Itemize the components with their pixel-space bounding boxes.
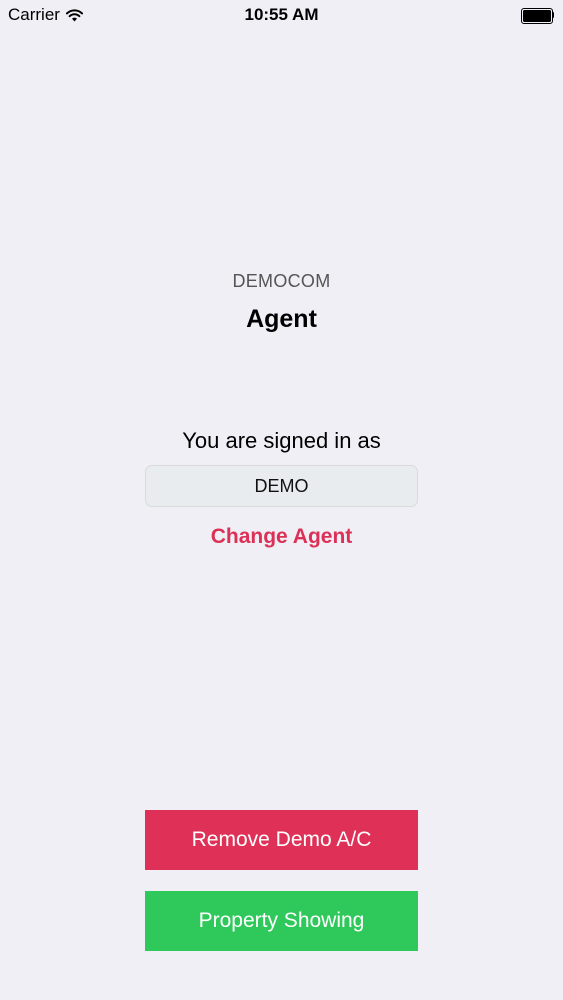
signed-in-label: You are signed in as xyxy=(182,428,381,453)
battery-tip xyxy=(552,12,554,18)
remove-demo-button[interactable]: Remove Demo A/C xyxy=(145,810,418,870)
status-bar: Carrier 10:55 AM xyxy=(0,0,563,30)
page-title: Agent xyxy=(246,305,317,333)
company-name: DEMOCOM xyxy=(232,271,331,291)
battery-body xyxy=(521,8,553,24)
change-agent-button[interactable]: Change Agent xyxy=(0,525,563,549)
battery-fill xyxy=(523,10,551,22)
property-showing-button[interactable]: Property Showing xyxy=(145,891,418,951)
status-time: 10:55 AM xyxy=(244,5,319,24)
agent-name-field: DEMO xyxy=(145,465,418,507)
battery-icon xyxy=(521,8,555,24)
